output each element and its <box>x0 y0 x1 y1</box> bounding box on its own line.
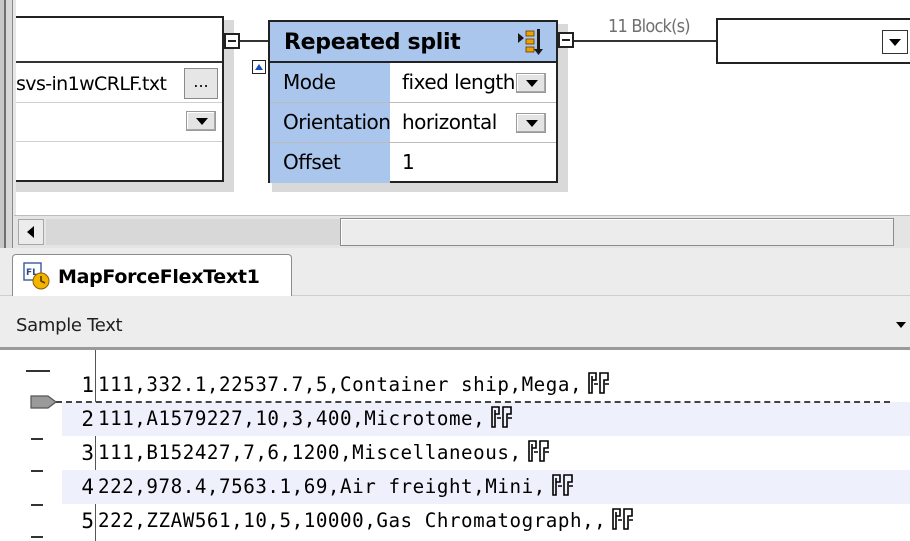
split-prop-offset[interactable]: Offset 1 <box>270 143 556 183</box>
line-text: 111,A1579227,10,3,400,Microtome, <box>98 402 515 436</box>
gutter-tick <box>31 438 43 440</box>
chevron-down-icon <box>526 120 538 127</box>
connection-block-count: 11 Block(s) <box>608 16 691 37</box>
crlf-icon <box>491 406 513 428</box>
chevron-down-icon <box>889 39 901 46</box>
sample-line[interactable]: 2 111,A1579227,10,3,400,Microtome, <box>62 402 910 436</box>
split-title: Repeated split <box>284 30 461 55</box>
browse-file-button[interactable]: ... <box>184 68 218 99</box>
source-output-port[interactable] <box>224 33 240 49</box>
sample-line[interactable]: 4 222,978.4,7563.1,69,Air freight,Mini, <box>62 470 910 504</box>
left-panel-edge <box>0 0 16 250</box>
split-prop-label: Offset <box>270 143 390 183</box>
line-content: 222,978.4,7563.1,69,Air freight,Mini, <box>98 475 546 498</box>
line-content: 111,A1579227,10,3,400,Microtome, <box>98 407 486 430</box>
line-content: 111,B152427,7,6,1200,Miscellaneous, <box>98 441 522 464</box>
target-component[interactable] <box>716 18 910 64</box>
gutter-tick <box>31 536 43 538</box>
crlf-icon <box>527 440 549 462</box>
split-prop-value: horizontal <box>402 110 497 134</box>
mapping-canvas: svs-in1wCRLF.txt ... Repeated split Mode… <box>0 0 910 215</box>
source-row-empty <box>16 142 222 182</box>
sample-text-header[interactable]: Sample Text <box>0 296 910 350</box>
tab-label: MapForceFlexText1 <box>58 266 260 288</box>
panel-menu-dropdown-icon[interactable] <box>896 322 906 328</box>
scroll-thumb[interactable] <box>340 218 894 246</box>
tab-strip: FL MapForceFlexText1 <box>0 248 910 296</box>
tab-mapforceflextext1[interactable]: FL MapForceFlexText1 <box>12 254 292 296</box>
gutter-tick <box>31 470 43 472</box>
split-gutter[interactable] <box>0 350 62 541</box>
sample-line[interactable]: 1 111,332.1,22537.7,5,Container ship,Meg… <box>62 368 910 402</box>
split-prop-value: fixed length <box>402 70 515 94</box>
split-prop-label: Mode <box>270 63 390 102</box>
line-content: 222,ZZAW561,10,5,10000,Gas Chromatograph… <box>98 509 607 532</box>
source-file-component[interactable]: svs-in1wCRLF.txt ... <box>16 16 224 182</box>
orientation-dropdown-button[interactable] <box>516 113 546 133</box>
scroll-left-button[interactable] <box>18 219 44 245</box>
split-prop-orientation[interactable]: Orientation horizontal <box>270 103 556 143</box>
line-number: 5 <box>81 509 94 533</box>
split-prop-mode[interactable]: Mode fixed length <box>270 63 556 103</box>
line-number: 2 <box>81 407 94 431</box>
split-header[interactable]: Repeated split <box>270 22 556 63</box>
flextext-tab-icon: FL <box>23 262 50 290</box>
crlf-icon <box>612 508 634 530</box>
line-content: 111,332.1,22537.7,5,Container ship,Mega, <box>98 373 583 396</box>
line-text: 111,332.1,22537.7,5,Container ship,Mega, <box>98 368 612 402</box>
split-position-pointer-icon[interactable] <box>30 394 58 410</box>
gutter-tick <box>31 504 43 506</box>
line-number: 3 <box>81 441 94 465</box>
horizontal-scrollbar[interactable] <box>14 215 910 248</box>
sample-text-title: Sample Text <box>16 315 123 336</box>
source-row-header <box>16 18 222 63</box>
crlf-icon <box>588 372 610 394</box>
line-text: 222,978.4,7563.1,69,Air freight,Mini, <box>98 470 576 504</box>
source-option-dropdown-button[interactable] <box>186 111 216 131</box>
line-text: 111,B152427,7,6,1200,Miscellaneous, <box>98 436 552 470</box>
line-number: 4 <box>81 475 94 499</box>
sample-text-editor[interactable]: 1 111,332.1,22537.7,5,Container ship,Meg… <box>0 350 910 541</box>
crlf-icon <box>551 474 573 496</box>
chevron-down-icon <box>196 118 208 125</box>
connector-line-out <box>574 40 716 42</box>
mode-dropdown-button[interactable] <box>516 73 546 93</box>
chevron-down-icon <box>526 80 538 87</box>
scroll-track[interactable] <box>46 219 340 245</box>
source-file-name: svs-in1wCRLF.txt <box>16 73 167 95</box>
sample-line[interactable]: 3 111,B152427,7,6,1200,Miscellaneous, <box>62 436 910 470</box>
gutter-range-marker <box>26 370 50 372</box>
collapse-arrow-icon[interactable] <box>252 60 266 74</box>
repeated-split-icon <box>518 29 543 55</box>
split-output-port[interactable] <box>558 32 574 48</box>
line-text: 222,ZZAW561,10,5,10000,Gas Chromatograph… <box>98 504 636 538</box>
repeated-split-component[interactable]: Repeated split Mode fixed length Orienta… <box>268 20 558 183</box>
split-prop-label: Orientation <box>270 103 391 142</box>
line-number: 1 <box>81 373 94 397</box>
split-prop-value[interactable]: 1 <box>402 150 415 174</box>
split-boundary-line <box>56 401 890 403</box>
connector-line-in <box>240 40 268 42</box>
target-dropdown-button[interactable] <box>882 30 908 54</box>
sample-line[interactable]: 5 222,ZZAW561,10,5,10000,Gas Chromatogra… <box>62 504 910 538</box>
